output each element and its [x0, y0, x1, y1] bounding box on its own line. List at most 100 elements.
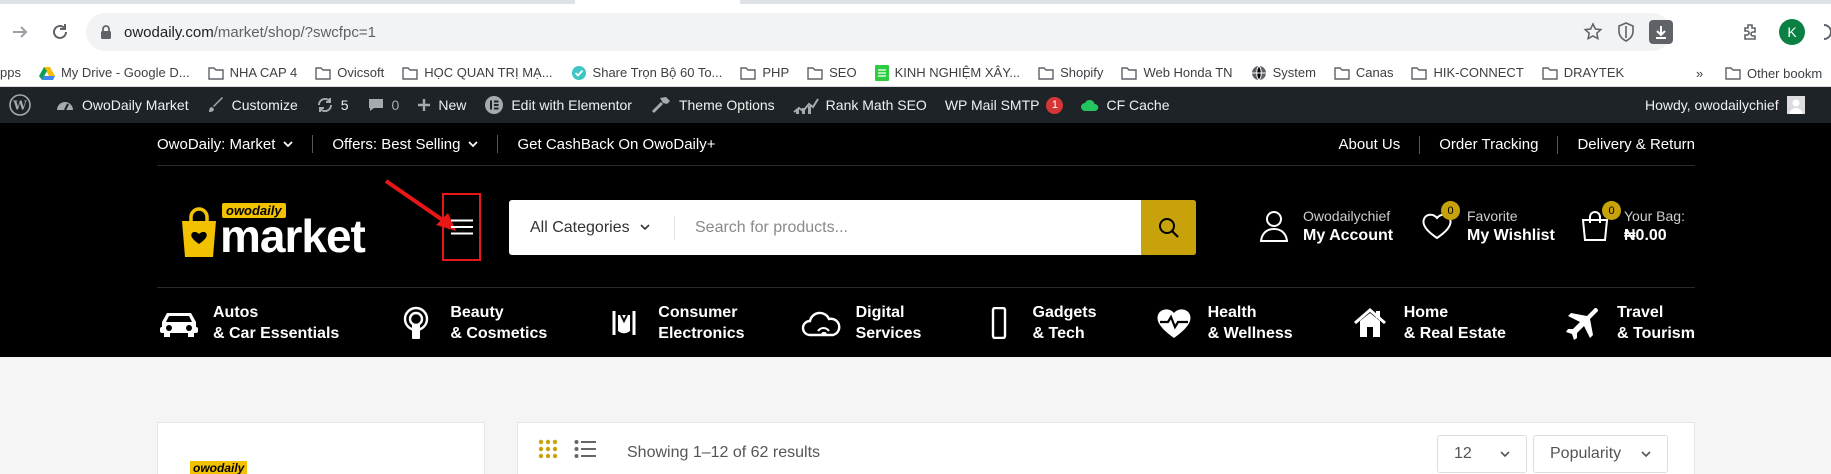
other-bookmarks-label: Other bookm	[1747, 65, 1823, 81]
bookmark-item[interactable]: HIK-CONNECT	[1411, 65, 1524, 80]
my-account-menu[interactable]: Howdy, owodailychief	[1645, 87, 1805, 123]
cart-label: Your Bag:	[1624, 208, 1685, 224]
category-line2: & Real Estate	[1403, 324, 1506, 342]
menu-toggle-button[interactable]	[442, 193, 481, 261]
check-circle-icon	[571, 65, 587, 81]
category-item[interactable]: Beauty & Cosmetics	[394, 302, 547, 344]
category-select[interactable]: All Categories	[509, 215, 675, 240]
category-line1: Travel	[1617, 303, 1664, 321]
reload-button[interactable]	[44, 16, 76, 48]
offers-dropdown[interactable]: Offers: Best Selling	[332, 136, 479, 153]
list-view-icon[interactable]	[574, 439, 596, 459]
globe-icon	[1251, 65, 1267, 81]
cashback-link[interactable]: Get CashBack On OwoDaily+	[517, 136, 715, 153]
category-line1: Digital	[855, 303, 905, 321]
rank-math-icon	[793, 98, 819, 114]
shield-icon[interactable]	[1617, 22, 1635, 42]
bookmark-item[interactable]: HỌC QUAN TRỊ MẠ...	[402, 65, 553, 80]
sidebar-logo: owodaily	[190, 461, 248, 474]
category-line1: Beauty	[450, 303, 504, 321]
bookmark-item[interactable]: PHP	[740, 65, 789, 80]
category-item[interactable]: Autos & Car Essentials	[157, 302, 339, 344]
star-icon[interactable]	[1583, 22, 1603, 42]
about-us-link[interactable]: About Us	[1339, 136, 1401, 153]
result-count: Showing 1–12 of 62 results	[627, 444, 821, 461]
bookmark-item[interactable]: System	[1251, 65, 1316, 81]
rank-math-link[interactable]: Rank Math SEO	[793, 95, 927, 115]
wishlist-count-badge: 0	[1441, 201, 1460, 220]
my-account-link[interactable]: Owodailychief My Account	[1259, 207, 1393, 245]
sidebar-logo-text: owodaily	[190, 461, 248, 474]
menu-icon[interactable]	[1823, 23, 1831, 41]
view-switcher	[538, 439, 596, 459]
wp-logo-button[interactable]: W	[9, 94, 31, 116]
folder-icon	[1334, 66, 1350, 80]
forward-button[interactable]	[4, 16, 36, 48]
header-topbar: OwoDaily: Market Offers: Best Selling Ge…	[157, 123, 1695, 166]
other-bookmarks-folder[interactable]: Other bookm	[1725, 59, 1823, 86]
theme-options-link[interactable]: Theme Options	[650, 95, 775, 115]
updates-link[interactable]: 5	[316, 96, 349, 114]
howdy-label: Howdy, owodailychief	[1645, 97, 1779, 113]
category-item[interactable]: Gadgets & Tech	[977, 302, 1097, 344]
download-icon[interactable]	[1649, 20, 1673, 44]
topbar-links: About Us Order Tracking Delivery & Retur…	[1339, 123, 1695, 166]
category-line2: & Car Essentials	[213, 324, 340, 342]
category-item[interactable]: Travel & Tourism	[1561, 302, 1695, 344]
per-page-select[interactable]: 12	[1437, 435, 1527, 473]
elementor-link[interactable]: Edit with Elementor	[484, 95, 632, 115]
category-item[interactable]: Home & Real Estate	[1348, 302, 1506, 344]
elementor-label: Edit with Elementor	[511, 97, 632, 113]
customize-link[interactable]: Customize	[207, 96, 298, 114]
wp-mail-smtp-link[interactable]: WP Mail SMTP 1	[945, 96, 1064, 114]
category-line2: & Cosmetics	[450, 324, 548, 342]
bookmark-item[interactable]: Share Trọn Bộ 60 To...	[571, 65, 722, 81]
new-content-menu[interactable]: New	[417, 97, 466, 113]
grid-view-icon[interactable]	[538, 439, 558, 459]
drive-icon	[38, 66, 55, 80]
bookmark-label: System	[1272, 65, 1316, 80]
bookmark-item[interactable]: Shopify	[1038, 65, 1103, 80]
bookmark-item[interactable]: KINH NGHIỆM XÂY...	[874, 64, 1020, 81]
chevron-down-icon	[1641, 450, 1651, 457]
search-input[interactable]	[675, 200, 1141, 255]
extensions-icon[interactable]	[1741, 22, 1761, 42]
site-logo[interactable]: owodaily market	[178, 203, 368, 261]
sort-select[interactable]: Popularity	[1533, 435, 1669, 473]
bookmark-item[interactable]: pps	[0, 65, 21, 80]
bookmark-label: Ovicsoft	[337, 65, 385, 80]
comments-link[interactable]: 0	[367, 96, 399, 114]
new-label: New	[438, 97, 467, 113]
dashboard-icon	[57, 102, 73, 111]
bookmark-item[interactable]: My Drive - Google D...	[38, 65, 190, 80]
bookmark-item[interactable]: SEO	[807, 65, 857, 80]
site-name-menu[interactable]: OwoDaily Market	[55, 96, 189, 114]
wp-mail-badge: 1	[1046, 96, 1064, 114]
bookmark-item[interactable]: Canas	[1334, 65, 1393, 80]
cart-link[interactable]: 0 Your Bag: ₦0.00	[1580, 201, 1685, 245]
hamburger-icon	[450, 219, 473, 235]
category-item[interactable]: Consumer Electronics	[602, 302, 745, 344]
market-dropdown[interactable]: OwoDaily: Market	[157, 136, 293, 153]
bookmarks-overflow-button[interactable]: »	[1696, 59, 1703, 86]
address-bar[interactable]: owodaily.com/market/shop/?swcfpc=1	[86, 13, 1673, 51]
category-item[interactable]: Health & Wellness	[1152, 302, 1293, 344]
search-button[interactable]	[1141, 200, 1196, 255]
updates-icon	[317, 97, 332, 113]
bookmark-item[interactable]: DRAYTEK	[1542, 65, 1624, 80]
profile-avatar[interactable]: K	[1779, 19, 1805, 45]
wishlist-link[interactable]: 0 Favorite My Wishlist	[1421, 201, 1555, 245]
cf-cache-link[interactable]: CF Cache	[1081, 97, 1170, 113]
bookmark-item[interactable]: Web Honda TN	[1121, 65, 1233, 80]
url-host: owodaily.com	[124, 23, 214, 41]
bookmark-item[interactable]: Ovicsoft	[315, 65, 384, 80]
bookmark-item[interactable]: NHA CAP 4	[207, 65, 297, 80]
category-select-value: All Categories	[530, 218, 630, 236]
bookmarks-bar: pps My Drive - Google D... NHA CAP 4 Ovicso…	[0, 59, 1831, 87]
category-text: Gadgets & Tech	[1033, 302, 1097, 344]
order-tracking-link[interactable]: Order Tracking	[1439, 136, 1538, 153]
category-item[interactable]: Digital Services	[800, 302, 921, 344]
delivery-return-link[interactable]: Delivery & Return	[1577, 136, 1695, 153]
lock-icon	[101, 24, 111, 39]
theme-options-label: Theme Options	[678, 97, 775, 113]
